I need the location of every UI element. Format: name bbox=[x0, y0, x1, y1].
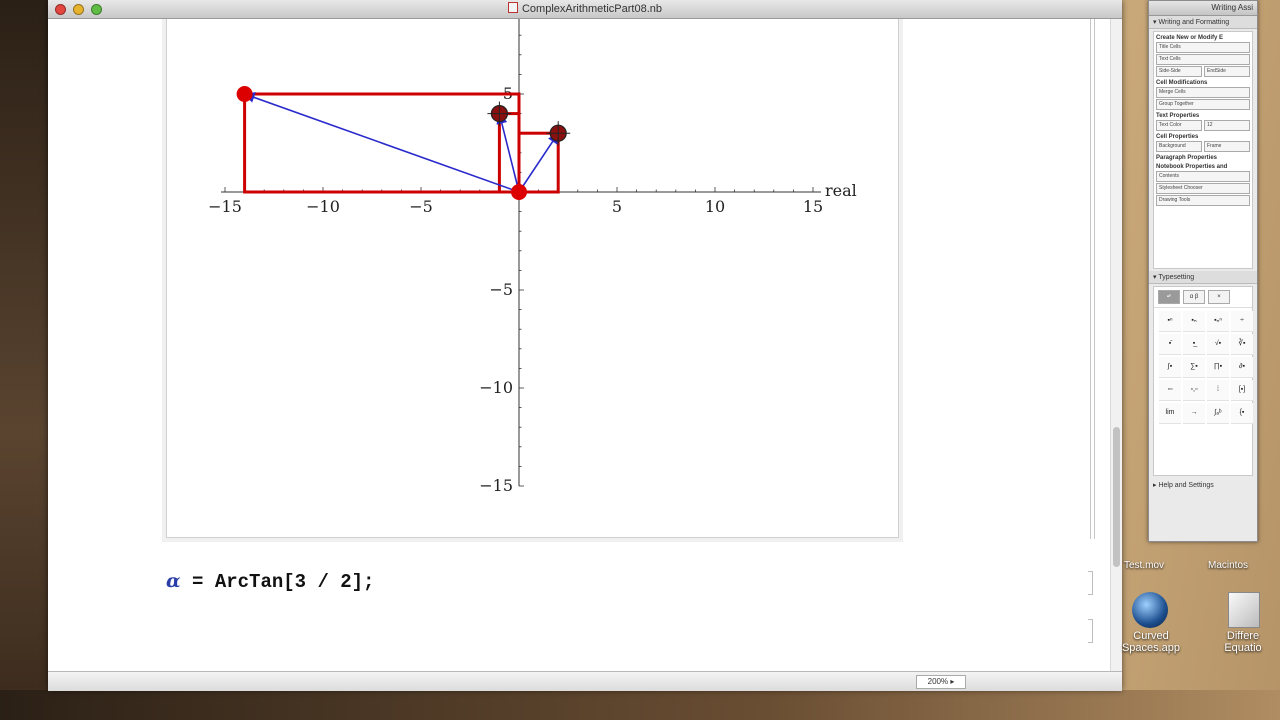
differential-equations-label[interactable]: Differe Equatio bbox=[1210, 630, 1276, 654]
y-tick-label: −10 bbox=[479, 378, 513, 397]
stylesheet-chooser-button[interactable]: Stylesheet Chooser bbox=[1156, 183, 1250, 194]
typesetting-tabs: ▪ⁿ α β × bbox=[1154, 287, 1252, 308]
fraction-template[interactable]: ÷ bbox=[1231, 311, 1253, 332]
end-side-button[interactable]: EndSide bbox=[1204, 66, 1250, 77]
column-template[interactable]: ⁞ bbox=[1207, 380, 1229, 401]
def-integral-template[interactable]: ∫ₐᵇ bbox=[1207, 403, 1229, 424]
merge-cells-button[interactable]: Merge Cells bbox=[1156, 87, 1250, 98]
subsuperscript-template[interactable]: ▪ₙⁿ bbox=[1207, 311, 1229, 332]
writing-assistant-palette: Writing Assi ▾ Writing and Formatting Cr… bbox=[1148, 0, 1258, 542]
tab-templates[interactable]: ▪ⁿ bbox=[1158, 290, 1180, 304]
scrollbar-thumb[interactable] bbox=[1113, 427, 1120, 567]
text-properties-label: Text Properties bbox=[1156, 113, 1200, 119]
section-help-settings[interactable]: ▸ Help and Settings bbox=[1149, 478, 1257, 492]
status-bar: 200% ▸ bbox=[48, 671, 1122, 691]
writing-formatting-panel: Create New or Modify E Title Cells Text … bbox=[1153, 31, 1253, 269]
integral-template[interactable]: ∫▪ bbox=[1159, 357, 1181, 378]
desktop-icon-label-test[interactable]: Test.mov bbox=[1124, 560, 1164, 571]
drawing-tools-button[interactable]: Drawing Tools bbox=[1156, 195, 1250, 206]
desktop-bottom-strip bbox=[0, 690, 1280, 720]
zoom-level: 200% bbox=[927, 677, 949, 686]
x-tick-label: −15 bbox=[208, 197, 242, 216]
y-tick-label: −15 bbox=[479, 476, 513, 495]
paragraph-properties-label: Paragraph Properties bbox=[1156, 155, 1218, 161]
tab-operators[interactable]: × bbox=[1208, 290, 1230, 304]
section-typesetting[interactable]: ▾ Typesetting bbox=[1149, 271, 1257, 284]
document-icon bbox=[507, 2, 518, 13]
complex-plane-plot[interactable]: −15 −10 −5 5 10 155−5−10−15real bbox=[167, 19, 898, 537]
x-tick-label: 10 bbox=[705, 197, 725, 216]
notebook-window: ComplexArithmeticPart08.nb −15 −10 −5 5 10 15… bbox=[48, 0, 1122, 691]
group-together-button[interactable]: Group Together bbox=[1156, 99, 1250, 110]
x-tick-label: −10 bbox=[306, 197, 340, 216]
x-tick-label: 5 bbox=[612, 197, 622, 216]
graphics-output-frame[interactable]: −15 −10 −5 5 10 15 5 −5 −10 −15 real bbox=[166, 19, 899, 538]
underscript-template[interactable]: ▪̲ bbox=[1183, 334, 1205, 355]
matrix-template[interactable]: ▫▫ bbox=[1159, 380, 1181, 401]
alpha-symbol: α bbox=[166, 570, 181, 592]
sum-template[interactable]: ∑▪ bbox=[1183, 357, 1205, 378]
derivative-template[interactable]: ∂▪ bbox=[1231, 357, 1253, 378]
curved-spaces-label[interactable]: Curved Spaces.app bbox=[1118, 630, 1184, 654]
root-template[interactable]: ∛▪ bbox=[1231, 334, 1253, 355]
complex-point bbox=[236, 86, 253, 102]
typesetting-panel: ▪ⁿ α β × ▪ⁿ ▪ₙ ▪ₙⁿ ÷ ▪̄ ▪̲ √▪ ∛▪ ∫▪ ∑▪ ∏… bbox=[1153, 286, 1253, 476]
frame-menu[interactable]: Frame bbox=[1204, 141, 1250, 152]
create-label: Create New or Modify E bbox=[1156, 35, 1224, 41]
window-title: ComplexArithmeticPart08.nb bbox=[521, 3, 662, 15]
notebook-content[interactable]: −15 −10 −5 5 10 15 5 −5 −10 −15 real α = ArcTan[3 … bbox=[48, 19, 1122, 671]
input-code: = ArcTan[3 / 2]; bbox=[180, 571, 375, 593]
curved-spaces-app-icon[interactable] bbox=[1132, 592, 1168, 628]
font-size-menu[interactable]: 12 bbox=[1204, 120, 1250, 131]
vertical-scrollbar[interactable] bbox=[1110, 19, 1122, 671]
cell-modifications-label: Cell Modifications bbox=[1156, 80, 1208, 86]
window-titlebar[interactable]: ComplexArithmeticPart08.nb bbox=[48, 0, 1122, 19]
x-tick-label: −5 bbox=[409, 197, 433, 216]
section-writing-formatting[interactable]: ▾ Writing and Formatting bbox=[1149, 16, 1257, 29]
y-tick-label: −5 bbox=[489, 280, 513, 299]
text-cells-menu[interactable]: Text Cells bbox=[1156, 54, 1250, 65]
side-side-button[interactable]: Side-Side bbox=[1156, 66, 1202, 77]
arrow-template[interactable]: → bbox=[1183, 403, 1205, 424]
cell-group-bracket[interactable] bbox=[1090, 19, 1095, 539]
vector-arrow bbox=[518, 132, 559, 193]
window-title-wrap: ComplexArithmeticPart08.nb bbox=[48, 2, 1122, 15]
x-tick-label: 15 bbox=[803, 197, 823, 216]
text-color-menu[interactable]: Text Color bbox=[1156, 120, 1202, 131]
row-template[interactable]: ▫,▫ bbox=[1183, 380, 1205, 401]
x-axis-label: real bbox=[825, 181, 857, 200]
differential-equations-icon[interactable] bbox=[1228, 592, 1260, 628]
radical-template[interactable]: √▪ bbox=[1207, 334, 1229, 355]
superscript-template[interactable]: ▪ⁿ bbox=[1159, 311, 1181, 332]
title-cells-menu[interactable]: Title Cells bbox=[1156, 42, 1250, 53]
empty-cell-bracket[interactable] bbox=[1088, 619, 1093, 643]
input-cell[interactable]: α = ArcTan[3 / 2]; bbox=[166, 570, 374, 593]
subscript-template[interactable]: ▪ₙ bbox=[1183, 311, 1205, 332]
zoom-menu[interactable]: 200% ▸ bbox=[916, 675, 966, 689]
vector-arrow bbox=[496, 112, 520, 193]
contents-menu[interactable]: Contents bbox=[1156, 171, 1250, 182]
notebook-properties-label: Notebook Properties and bbox=[1156, 164, 1228, 170]
background-menu[interactable]: Background bbox=[1156, 141, 1202, 152]
desktop-left-strip bbox=[0, 0, 48, 720]
bracket-template[interactable]: [▪] bbox=[1231, 380, 1253, 401]
palette-titlebar[interactable]: Writing Assi bbox=[1149, 1, 1257, 16]
overscript-template[interactable]: ▪̄ bbox=[1159, 334, 1181, 355]
input-cell-bracket[interactable] bbox=[1088, 571, 1093, 595]
vector-arrow bbox=[243, 92, 520, 193]
tab-greek[interactable]: α β bbox=[1183, 290, 1205, 304]
cell-properties-label: Cell Properties bbox=[1156, 134, 1199, 140]
desktop-icon-label-macintosh[interactable]: Macintos bbox=[1208, 560, 1248, 571]
limit-template[interactable]: lim bbox=[1159, 403, 1181, 424]
palette-title: Writing Assi bbox=[1211, 3, 1253, 12]
complex-point bbox=[511, 184, 527, 200]
piecewise-template[interactable]: {▪ bbox=[1231, 403, 1253, 424]
product-template[interactable]: ∏▪ bbox=[1207, 357, 1229, 378]
typesetting-template-grid: ▪ⁿ ▪ₙ ▪ₙⁿ ÷ ▪̄ ▪̲ √▪ ∛▪ ∫▪ ∑▪ ∏▪ ∂▪ ▫▫ ▫… bbox=[1154, 308, 1253, 427]
